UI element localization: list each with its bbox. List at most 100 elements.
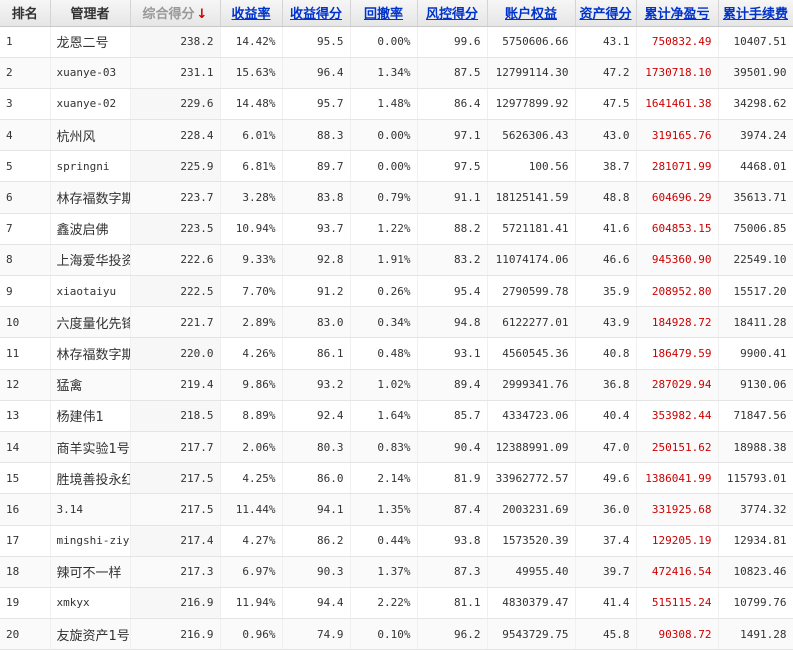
table-row: 3 xuanye-02 229.6 14.48% 95.7 1.48% 86.4 129778… [0,88,793,121]
cell-equity: 12799114.30 [487,57,576,89]
cell-return-score: 91.2 [282,275,351,308]
cell-fees: 18988.38 [718,431,793,464]
cell-fees: 18411.28 [718,306,793,339]
cell-fees: 12934.81 [718,525,793,557]
ranking-table: 排名 管理者 综合得分 ↓ 收益率 收益得分 回撤率 风控得分 账户权益 资产得分… [0,0,793,650]
cell-risk-score: 99.6 [417,26,488,58]
cell-total-score: 217.3 [130,556,221,588]
cell-manager[interactable]: 杨建伟1 [50,400,131,432]
cell-return-score: 89.7 [282,150,351,183]
cell-return-rate: 4.26% [220,337,283,370]
cell-equity: 49955.40 [487,556,576,588]
header-rank: 排名 [0,0,51,27]
cell-fees: 10407.51 [718,26,793,58]
table-row: 8 上海爱华投资 222.6 9.33% 92.8 1.91% 83.2 11074174.0… [0,244,793,277]
cell-asset-score: 36.0 [575,493,637,526]
cell-manager[interactable]: xuanye-03 [50,57,131,89]
cell-manager[interactable]: 上海爱华投资 [50,244,131,277]
cell-rank: 14 [0,431,51,464]
cell-manager[interactable]: xiaotaiyu [50,275,131,308]
cell-manager[interactable]: xuanye-02 [50,88,131,121]
header-risk-score[interactable]: 风控得分 [417,0,488,27]
cell-net-profit: 604853.15 [636,213,719,245]
cell-manager[interactable]: 猛禽 [50,369,131,401]
cell-manager[interactable]: 友旋资产1号基金 [50,618,131,650]
table-row: 20友旋资产1号基金216.90.96%74.90.10%96.29543729… [0,618,793,650]
cell-return-rate: 11.44% [220,493,283,526]
cell-risk-score: 94.8 [417,306,488,339]
cell-manager[interactable]: mingshi-ziying [50,525,131,557]
table-row: 19 xmkyx 216.9 11.94% 94.4 2.22% 81.1 4830379.4… [0,587,793,620]
cell-total-score: 217.5 [130,493,221,526]
cell-manager[interactable]: 鑫波启佛 [50,213,131,245]
cell-return-rate: 7.70% [220,275,283,308]
header-drawdown[interactable]: 回撤率 [350,0,418,27]
cell-manager[interactable]: 3.14 [50,493,131,526]
cell-return-score: 94.1 [282,493,351,526]
cell-net-profit: 1730718.10 [636,57,719,89]
cell-fees: 1491.28 [718,618,793,650]
cell-fees: 9900.41 [718,337,793,370]
cell-manager[interactable]: 林存福数字期货 [50,181,131,214]
cell-total-score: 219.4 [130,369,221,401]
cell-drawdown: 0.10% [350,618,418,650]
cell-equity: 5626306.43 [487,119,576,152]
cell-asset-score: 47.2 [575,57,637,89]
cell-fees: 34298.62 [718,88,793,121]
table-row: 16 3.14 217.5 11.44% 94.1 1.35% 87.4 2003231.69… [0,493,793,526]
cell-return-score: 95.7 [282,88,351,121]
cell-total-score: 238.2 [130,26,221,58]
cell-manager[interactable]: 林存福数字期货 [50,337,131,370]
cell-asset-score: 37.4 [575,525,637,557]
cell-return-score: 92.8 [282,244,351,277]
header-return-score[interactable]: 收益得分 [282,0,351,27]
cell-drawdown: 0.34% [350,306,418,339]
header-net-profit[interactable]: 累计净盈亏 [636,0,719,27]
header-fees[interactable]: 累计手续费 [718,0,793,27]
cell-total-score: 225.9 [130,150,221,183]
header-return-rate[interactable]: 收益率 [220,0,283,27]
cell-rank: 1 [0,26,51,58]
table-row: 6林存福数字期货223.73.28%83.80.79%91.118125141.… [0,181,793,214]
cell-asset-score: 40.8 [575,337,637,370]
cell-manager[interactable]: 杭州风 [50,119,131,152]
cell-equity: 2999341.76 [487,369,576,401]
cell-drawdown: 1.91% [350,244,418,277]
cell-net-profit: 353982.44 [636,400,719,432]
cell-return-score: 90.3 [282,556,351,588]
header-total-score[interactable]: 综合得分 ↓ [130,0,221,27]
cell-risk-score: 83.2 [417,244,488,277]
cell-net-profit: 184928.72 [636,306,719,339]
cell-manager[interactable]: 辣可不一样 [50,556,131,588]
cell-manager[interactable]: 龙恩二号 [50,26,131,58]
cell-net-profit: 1386041.99 [636,462,719,495]
cell-drawdown: 1.37% [350,556,418,588]
header-asset-score[interactable]: 资产得分 [575,0,637,27]
cell-manager[interactable]: 六度量化先锋1号 [50,306,131,339]
header-equity[interactable]: 账户权益 [487,0,576,27]
cell-rank: 9 [0,275,51,308]
cell-risk-score: 87.5 [417,57,488,89]
cell-manager[interactable]: xmkyx [50,587,131,620]
cell-equity: 4334723.06 [487,400,576,432]
table-row: 15胜境善投永红1号217.54.25%86.02.14%81.93396277… [0,462,793,495]
cell-fees: 35613.71 [718,181,793,214]
cell-rank: 5 [0,150,51,183]
cell-drawdown: 0.48% [350,337,418,370]
cell-net-profit: 287029.94 [636,369,719,401]
table-row: 2 xuanye-03 231.1 15.63% 96.4 1.34% 87.5 127991… [0,57,793,89]
cell-manager[interactable]: springni [50,150,131,183]
cell-manager[interactable]: 胜境善投永红1号 [50,462,131,495]
cell-fees: 22549.10 [718,244,793,277]
cell-net-profit: 319165.76 [636,119,719,152]
cell-net-profit: 331925.68 [636,493,719,526]
cell-net-profit: 186479.59 [636,337,719,370]
cell-fees: 115793.01 [718,462,793,495]
cell-asset-score: 47.5 [575,88,637,121]
cell-net-profit: 750832.49 [636,26,719,58]
cell-asset-score: 43.9 [575,306,637,339]
cell-return-rate: 3.28% [220,181,283,214]
cell-manager[interactable]: 商羊实验1号 [50,431,131,464]
cell-risk-score: 91.1 [417,181,488,214]
cell-fees: 10823.46 [718,556,793,588]
